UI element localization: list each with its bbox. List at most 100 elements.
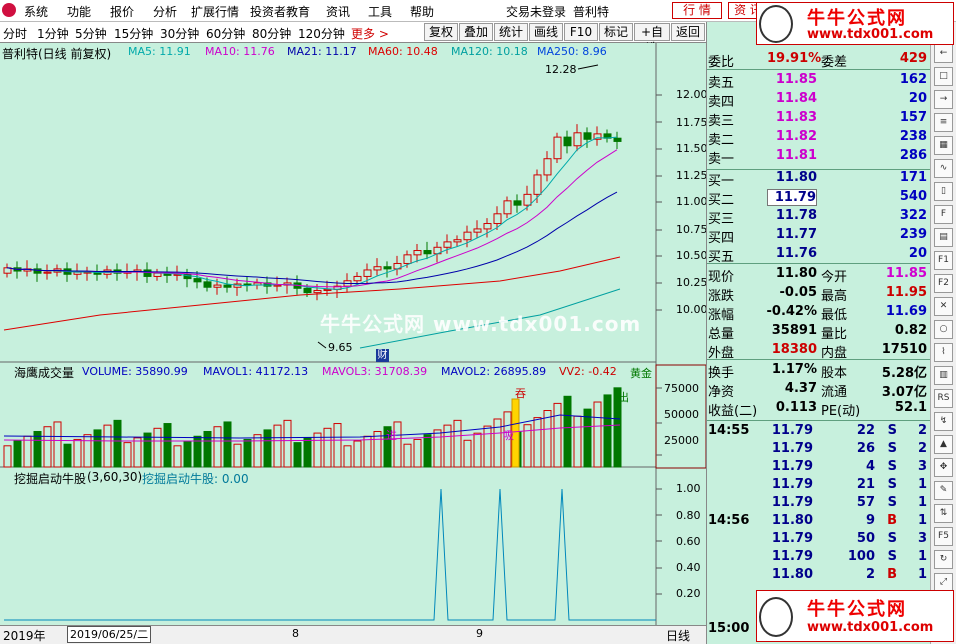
period-1min[interactable]: 1分钟 [37,25,69,42]
menu-function[interactable]: 功能 [67,3,91,20]
tab-quote[interactable]: 行 情 [672,2,722,19]
volume-bar [253,434,262,468]
f2-icon[interactable]: F2 [934,274,953,293]
f5-icon[interactable]: F5 [934,527,953,546]
chart-area[interactable]: 普利特(日线 前复权) MA5: 11.91 MA10: 11.76 MA21:… [0,43,708,625]
list-icon[interactable]: ≡ [934,113,953,132]
ask-price[interactable]: 11.83 [767,110,817,125]
volume-mark-swallow: 吞 [515,387,526,400]
menu-news[interactable]: 资讯 [326,3,350,20]
mark-button[interactable]: 标记 [599,23,633,41]
tick-count: 1 [917,567,927,582]
divider [707,420,931,421]
volume-bar [113,419,122,468]
refresh-icon[interactable]: ↻ [934,550,953,569]
ma60-label: MA60: 10.48 [368,45,438,58]
f10-icon[interactable]: F [934,205,953,224]
candle-body [543,158,552,176]
volume-bar [143,432,152,468]
ma-line [6,136,618,290]
f1-icon[interactable]: F1 [934,251,953,270]
tick-price: 11.79 [771,495,813,510]
divider [707,359,931,360]
watermark-url: www.tdx001.com [807,620,934,635]
tick-row: 11.79 100 S 1 [707,548,931,566]
menu-extended-quote[interactable]: 扩展行情 [191,3,239,20]
menu-help[interactable]: 帮助 [410,3,434,20]
chart-icon[interactable]: ⌇ [934,343,953,362]
fundamental-value: 52.1 [894,400,927,415]
back-icon[interactable]: ← [934,44,953,63]
candle-body [513,200,522,206]
bid-price[interactable]: 11.77 [767,227,817,242]
watermark-top: 牛牛公式网 www.tdx001.com [756,2,954,45]
add-watchlist-button[interactable]: +自选 [634,23,670,55]
tick-icon[interactable]: ▤ [934,228,953,247]
rsi-icon[interactable]: RS [934,389,953,408]
stat-label: 最高 [821,289,848,304]
pen-icon[interactable]: ✎ [934,481,953,500]
ask-level-label: 卖二 [708,133,735,148]
indicator-tick: 0.80 [676,509,701,522]
volume-bar [353,440,362,468]
period-60min[interactable]: 60分钟 [206,25,245,42]
period-intraday[interactable]: 分时 [3,25,27,42]
period-5min[interactable]: 5分钟 [75,25,107,42]
volume-bar [573,415,582,468]
volume-bar [603,394,612,468]
ma120-label: MA120: 10.18 [451,45,528,58]
mult-icon[interactable]: ✕ [934,297,953,316]
financial-report-badge[interactable]: 财 [376,349,389,362]
bid-volume: 239 [899,227,927,242]
bid-price[interactable]: 11.80 [767,170,817,185]
ask-price[interactable]: 11.81 [767,148,817,163]
transform-icon[interactable]: ⇅ [934,504,953,523]
line-chart-icon[interactable]: ∿ [934,159,953,178]
ask-price[interactable]: 11.84 [767,91,817,106]
menu-quote[interactable]: 报价 [110,3,134,20]
indicator-title: 挖掘启动牛股 [14,472,87,486]
tick-count: 1 [917,549,927,564]
bid-price[interactable]: 11.79 [767,189,817,206]
period-80min[interactable]: 80分钟 [252,25,291,42]
menu-system[interactable]: 系统 [24,3,48,20]
restore-rights-button[interactable]: 复权 [424,23,458,41]
forward-icon[interactable]: → [934,90,953,109]
statistics-button[interactable]: 统计 [494,23,528,41]
menu-investor-education[interactable]: 投资者教育 [250,3,310,20]
volume-chart-title: 海鹰成交量 [14,366,75,380]
indicator-params: (3,60,30) [87,470,143,484]
candle-body [213,284,222,288]
menu-analysis[interactable]: 分析 [153,3,177,20]
f10-button[interactable]: F10 [564,23,598,41]
bid-price[interactable]: 11.76 [767,246,817,261]
overlay-button[interactable]: 叠加 [459,23,493,41]
menu-tools[interactable]: 工具 [368,3,392,20]
ask-price[interactable]: 11.82 [767,129,817,144]
bid-price[interactable]: 11.78 [767,208,817,223]
volume-bar [593,401,602,468]
draw-line-button[interactable]: 画线 [529,23,563,41]
grid-icon[interactable]: ▦ [934,136,953,155]
indicator-value-label: 挖掘启动牛股: 0.00 [142,472,249,486]
back-button[interactable]: 返回 [671,23,705,41]
candle-icon[interactable]: ▯ [934,182,953,201]
period-120min[interactable]: 120分钟 [298,25,345,42]
scale-icon[interactable]: ↯ [934,412,953,431]
candle-body [383,266,392,270]
volume-bar [243,438,252,468]
period-label[interactable]: 日线 [666,627,690,644]
bars-icon[interactable]: ▥ [934,366,953,385]
candle-body [573,132,582,147]
price-tick: 11.75 [676,116,708,129]
move-icon[interactable]: ✥ [934,458,953,477]
period-30min[interactable]: 30分钟 [160,25,199,42]
volume-bar [203,430,212,468]
period-15min[interactable]: 15分钟 [114,25,153,42]
period-more[interactable]: 更多 > [351,25,389,42]
ask-volume: 162 [899,72,927,87]
signal-icon[interactable]: ▲ [934,435,953,454]
fullscreen-icon[interactable]: □ [934,67,953,86]
circle-icon[interactable]: ○ [934,320,953,339]
ask-price[interactable]: 11.85 [767,72,817,87]
